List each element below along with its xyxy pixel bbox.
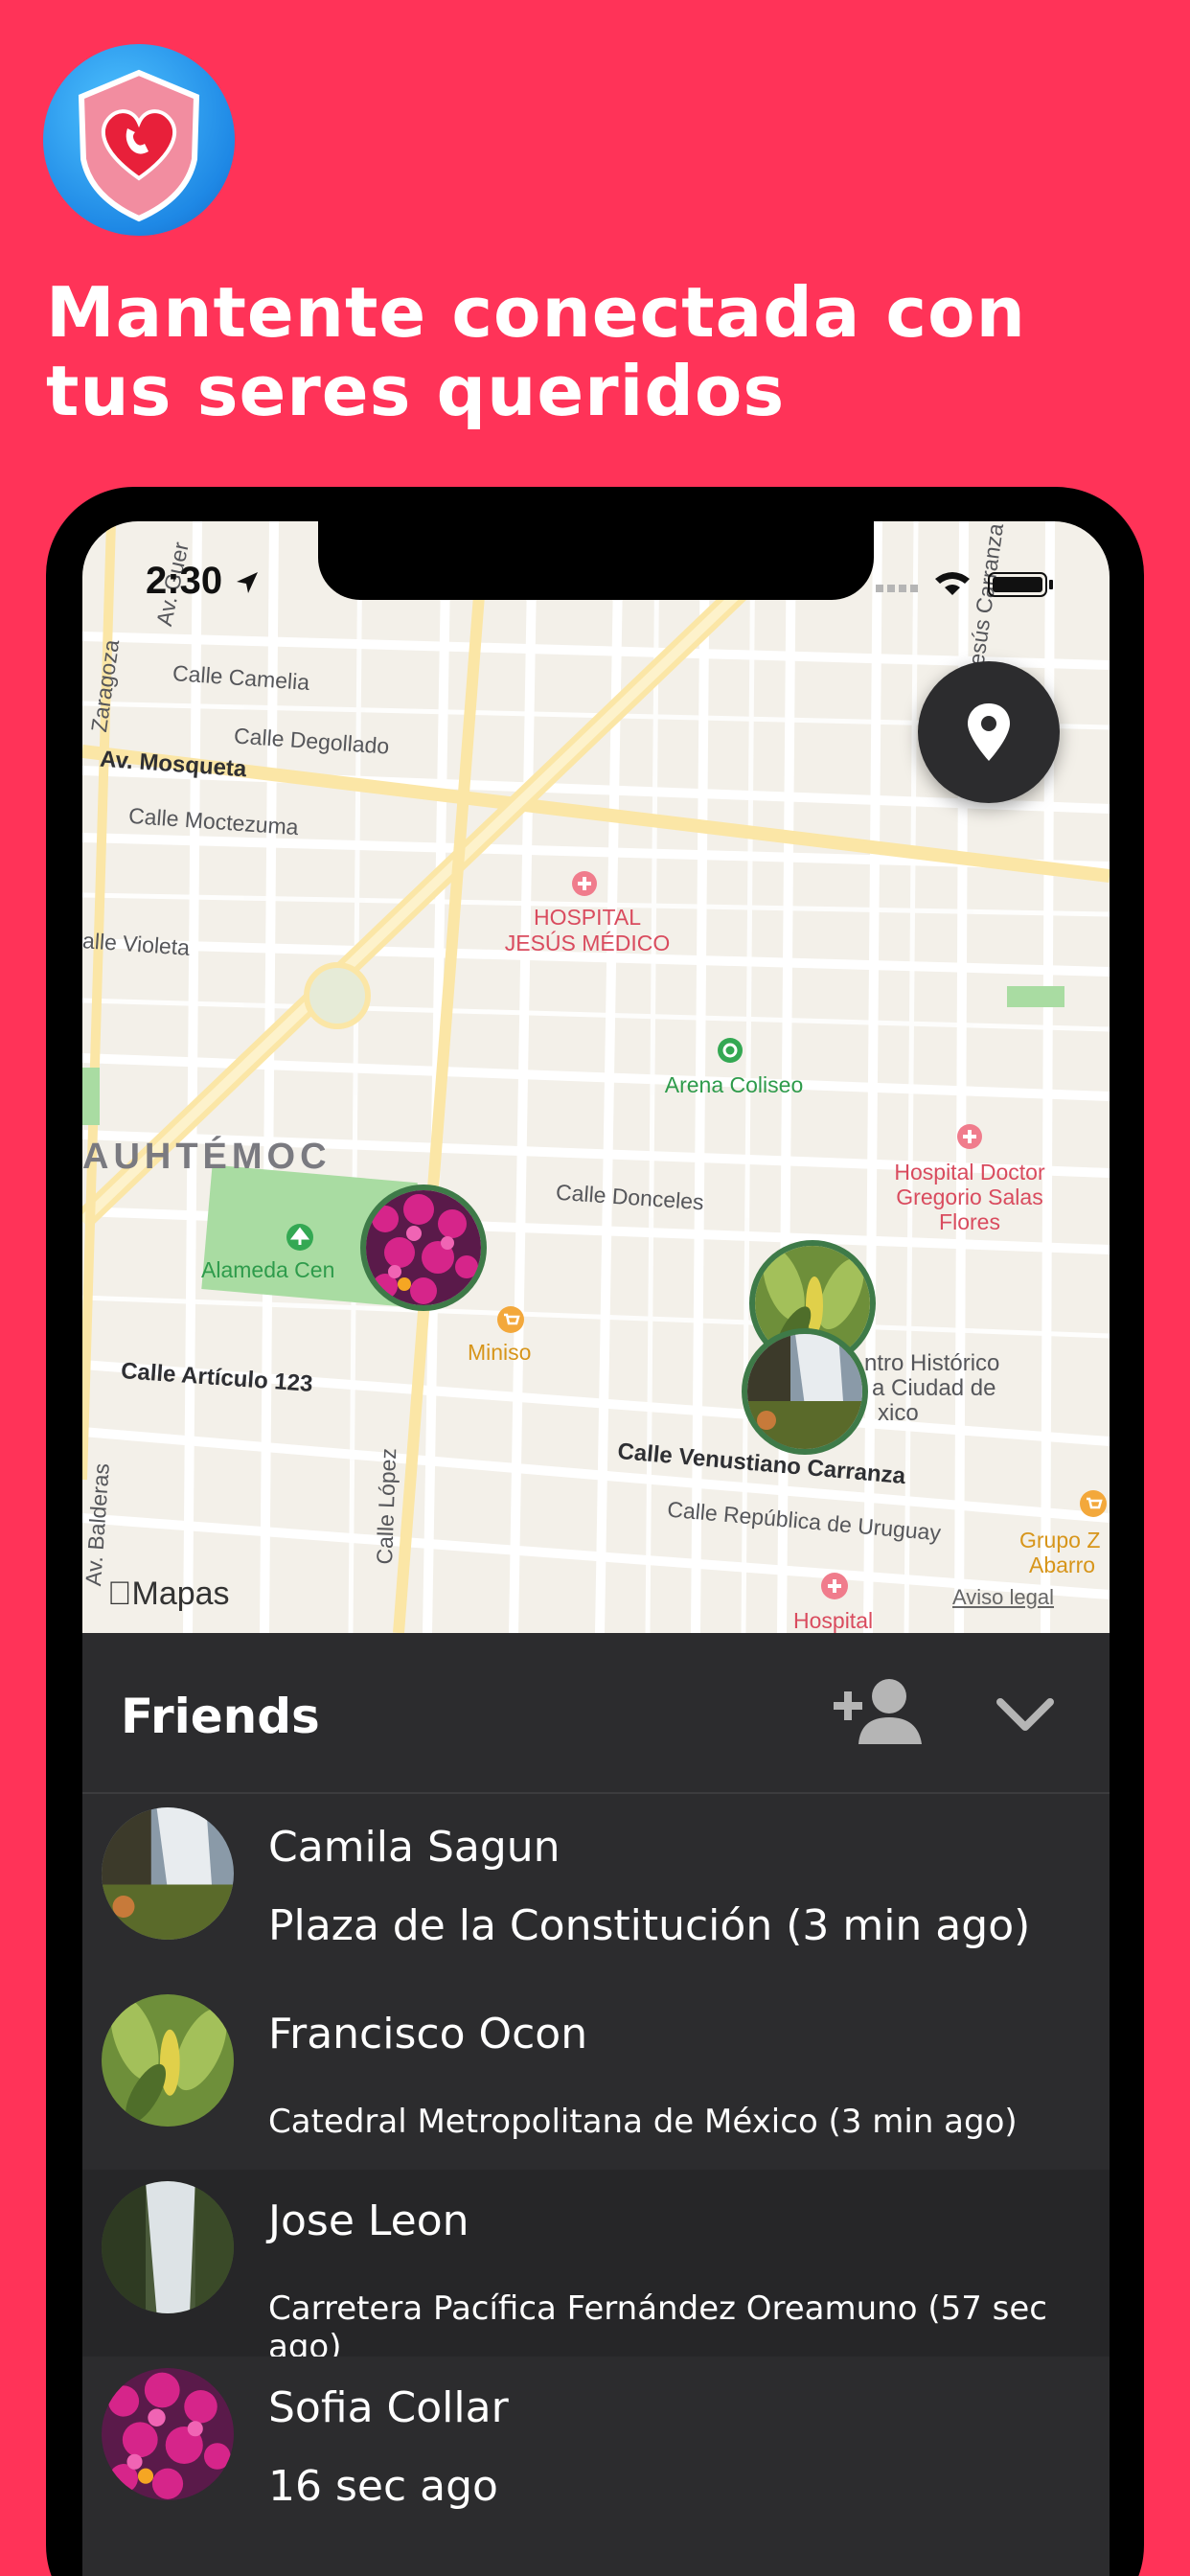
legal-link[interactable]: Aviso legal: [952, 1585, 1054, 1610]
poi-arena-coliseo[interactable]: Arena Coliseo: [638, 1072, 830, 1098]
poi-alameda[interactable]: Alameda Cen: [201, 1257, 334, 1283]
avatar: [102, 1807, 234, 1940]
headline-line1: Mantente conectada con: [46, 272, 1026, 353]
friend-location: Catedral Metropolitana de México (3 min …: [268, 2103, 1018, 2141]
poi-grupo-abarrotes[interactable]: Grupo Z Abarro: [1019, 1528, 1100, 1577]
flowers-photo: [102, 2368, 234, 2500]
friend-row[interactable]: Camila Sagun Plaza de la Constitución (3…: [82, 1796, 1110, 1983]
add-person-icon: [834, 1679, 922, 1744]
maps-attribution-text: Mapas: [107, 1576, 230, 1612]
poi-hospital-gregorio[interactable]: Hospital Doctor Gregorio Salas Flores: [864, 1160, 1075, 1234]
friend-location: Plaza de la Constitución (3 min ago): [268, 1901, 1031, 1950]
friend-location: Carretera Pacífica Fernández Oreamuno (5…: [268, 2289, 1047, 2366]
park-icon: [286, 1224, 313, 1251]
arena-icon: [718, 1038, 743, 1063]
hospital-icon: [957, 1124, 982, 1149]
flowers-photo: [366, 1190, 481, 1305]
status-time-text: 2:30: [146, 560, 223, 602]
poi-hospital[interactable]: Hospital: [793, 1608, 873, 1634]
app-icon: [43, 44, 235, 236]
add-friend-button[interactable]: [830, 1675, 935, 1752]
poi-label-line: xico: [878, 1400, 919, 1426]
headline: Mantente conectada con tus seres querido…: [46, 273, 1148, 430]
waterfall-photo: [102, 1807, 234, 1940]
hospital-icon: [572, 871, 597, 896]
poi-hospital-jesus-medico[interactable]: HOSPITAL JESÚS MÉDICO: [496, 905, 678, 956]
poi-miniso[interactable]: Miniso: [468, 1340, 531, 1366]
friend-location: 16 sec ago: [268, 2462, 498, 2511]
friend-name: Francisco Ocon: [268, 2010, 588, 2058]
center-location-button[interactable]: [918, 661, 1060, 803]
poi-label-line: Gregorio Salas: [896, 1184, 1043, 1209]
phone-screen: Calle Camelia Calle Degollado Av. Mosque…: [82, 521, 1110, 2576]
notch: [318, 521, 874, 600]
location-pin-icon: [968, 703, 1010, 761]
apple-logo-icon: : [107, 1576, 132, 1612]
friend-name: Camila Sagun: [268, 1823, 561, 1872]
avatar: [102, 2368, 234, 2500]
friend-row[interactable]: Francisco Ocon Catedral Metropolitana de…: [82, 1983, 1110, 2170]
friends-panel-header: Friends: [82, 1633, 1110, 1794]
waterfall-photo: [747, 1334, 862, 1449]
poi-label-line: JESÚS MÉDICO: [504, 931, 671, 955]
poi-label-line: Flores: [939, 1209, 1000, 1234]
shopping-cart-icon: [1080, 1490, 1107, 1517]
waterfall-photo: [102, 2181, 234, 2313]
friend-name: Sofia Collar: [268, 2383, 509, 2432]
wifi-icon: [935, 572, 970, 595]
heart-shield-icon: [78, 69, 200, 222]
shopping-cart-icon: [497, 1306, 524, 1333]
street-label-lopez: Calle López: [372, 1447, 401, 1565]
poi-label-line: Hospital Doctor: [894, 1160, 1045, 1184]
avatar: [102, 2181, 234, 2313]
avatar: [102, 1994, 234, 2127]
signal-icon: [876, 585, 918, 592]
friend-name: Jose Leon: [268, 2196, 469, 2245]
friend-row[interactable]: Jose Leon Carretera Pacífica Fernández O…: [82, 2170, 1110, 2366]
friend-pin-camila[interactable]: [742, 1328, 868, 1455]
plant-photo: [102, 1994, 234, 2127]
poi-centro-historico[interactable]: ntro Histórico a Ciudad de xico: [864, 1351, 999, 1426]
hospital-icon: [821, 1573, 848, 1599]
poi-label-line: Abarro: [1029, 1552, 1096, 1577]
chevron-down-icon: [996, 1698, 1054, 1731]
friend-row[interactable]: Sofia Collar 16 sec ago: [82, 2357, 1110, 2543]
map-view[interactable]: Calle Camelia Calle Degollado Av. Mosque…: [82, 521, 1110, 1634]
poi-label-line: ntro Histórico: [864, 1350, 1000, 1376]
friend-pin-sofia[interactable]: [360, 1184, 487, 1311]
friends-title: Friends: [121, 1689, 320, 1744]
poi-label-line: a Ciudad de: [872, 1375, 996, 1401]
status-time: 2:30: [146, 560, 262, 603]
poi-label-line: HOSPITAL: [533, 905, 642, 930]
district-label: AUHTÉMOC: [82, 1137, 332, 1177]
poi-label-line: Grupo Z: [1019, 1528, 1101, 1552]
location-arrow-icon: [237, 572, 259, 594]
headline-line2: tus seres queridos: [46, 351, 786, 431]
status-icons: [876, 565, 1067, 602]
maps-attribution: Mapas: [107, 1576, 230, 1613]
status-icons-graphic: [876, 572, 1053, 597]
collapse-panel-button[interactable]: [991, 1683, 1060, 1744]
